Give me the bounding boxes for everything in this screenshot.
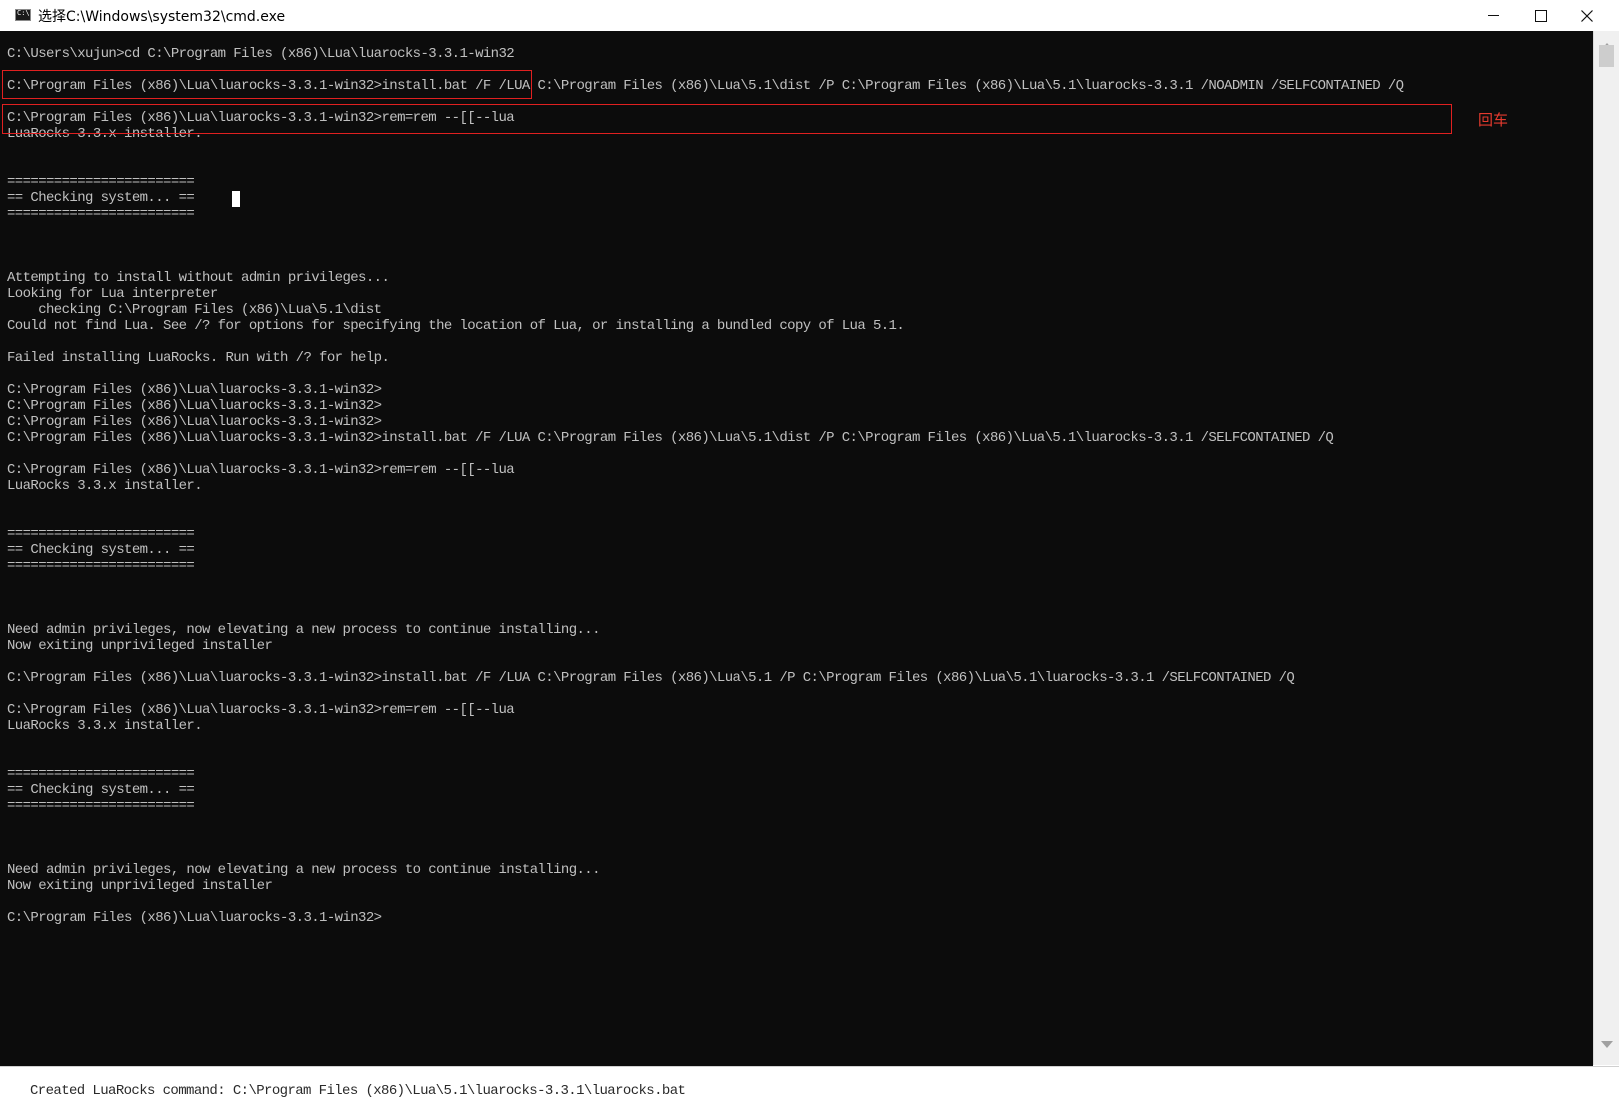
scroll-thumb[interactable] (1599, 45, 1614, 67)
console-line: Need admin privileges, now elevating a n… (7, 862, 601, 878)
annotation-label: 回车 (1478, 111, 1509, 129)
console-line: Need admin privileges, now elevating a n… (7, 622, 601, 638)
vertical-scrollbar[interactable] (1593, 31, 1619, 1065)
close-button[interactable] (1564, 0, 1610, 31)
console-line: ======================== (7, 766, 195, 782)
console-line: == Checking system... == (7, 190, 195, 206)
console-line: Now exiting unprivileged installer (7, 878, 273, 894)
console-line: ======================== (7, 174, 195, 190)
console-line: C:\Program Files (x86)\Lua\luarocks-3.3.… (7, 462, 515, 478)
background-window-text: Created LuaRocks command: C:\Program Fil… (30, 1083, 686, 1098)
title-bar[interactable]: 选择C:\Windows\system32\cmd.exe (0, 0, 1619, 32)
background-window-strip: Created LuaRocks command: C:\Program Fil… (0, 1066, 1619, 1098)
scroll-down-arrow-icon[interactable] (1601, 1041, 1613, 1048)
console-line: C:\Program Files (x86)\Lua\luarocks-3.3.… (7, 702, 515, 718)
console-line: C:\Program Files (x86)\Lua\luarocks-3.3.… (7, 910, 382, 926)
console-line: == Checking system... == (7, 782, 195, 798)
console-line: C:\Program Files (x86)\Lua\luarocks-3.3.… (7, 670, 1295, 686)
console-line: LuaRocks 3.3.x installer. (7, 718, 203, 734)
window-title: 选择C:\Windows\system32\cmd.exe (38, 9, 286, 25)
highlight-box-install-command (2, 104, 1452, 134)
cmd-window: 选择C:\Windows\system32\cmd.exe C:\Users\x… (0, 0, 1619, 1098)
cmd-app-icon[interactable] (15, 9, 31, 21)
console-line: Could not find Lua. See /? for options f… (7, 318, 905, 334)
console-lines: C:\Users\xujun>cd C:\Program Files (x86)… (7, 46, 1404, 926)
text-cursor (232, 191, 240, 207)
console-line: Failed installing LuaRocks. Run with /? … (7, 350, 390, 366)
console-line: checking C:\Program Files (x86)\Lua\5.1\… (7, 302, 382, 318)
console-line: C:\Program Files (x86)\Lua\luarocks-3.3.… (7, 382, 382, 398)
minimize-icon (1487, 15, 1499, 16)
console-line: ======================== (7, 206, 195, 222)
console-line: C:\Users\xujun>cd C:\Program Files (x86)… (7, 46, 515, 62)
highlight-box-cd-command (2, 70, 532, 99)
console-line: C:\Program Files (x86)\Lua\luarocks-3.3.… (7, 398, 382, 414)
console-line: C:\Program Files (x86)\Lua\luarocks-3.3.… (7, 430, 1334, 446)
console-line: LuaRocks 3.3.x installer. (7, 478, 203, 494)
console-line: C:\Program Files (x86)\Lua\luarocks-3.3.… (7, 414, 382, 430)
maximize-icon (1535, 9, 1547, 22)
console-line: == Checking system... == (7, 542, 195, 558)
console-line: ======================== (7, 526, 195, 542)
maximize-button[interactable] (1518, 0, 1564, 31)
console-line: Now exiting unprivileged installer (7, 638, 273, 654)
minimize-button[interactable] (1470, 0, 1516, 31)
console-output[interactable]: C:\Users\xujun>cd C:\Program Files (x86)… (0, 31, 1593, 1098)
close-icon (1581, 9, 1593, 22)
console-line: ======================== (7, 798, 195, 814)
console-line: Looking for Lua interpreter (7, 286, 218, 302)
console-line: Attempting to install without admin priv… (7, 270, 390, 286)
console-line: ======================== (7, 558, 195, 574)
